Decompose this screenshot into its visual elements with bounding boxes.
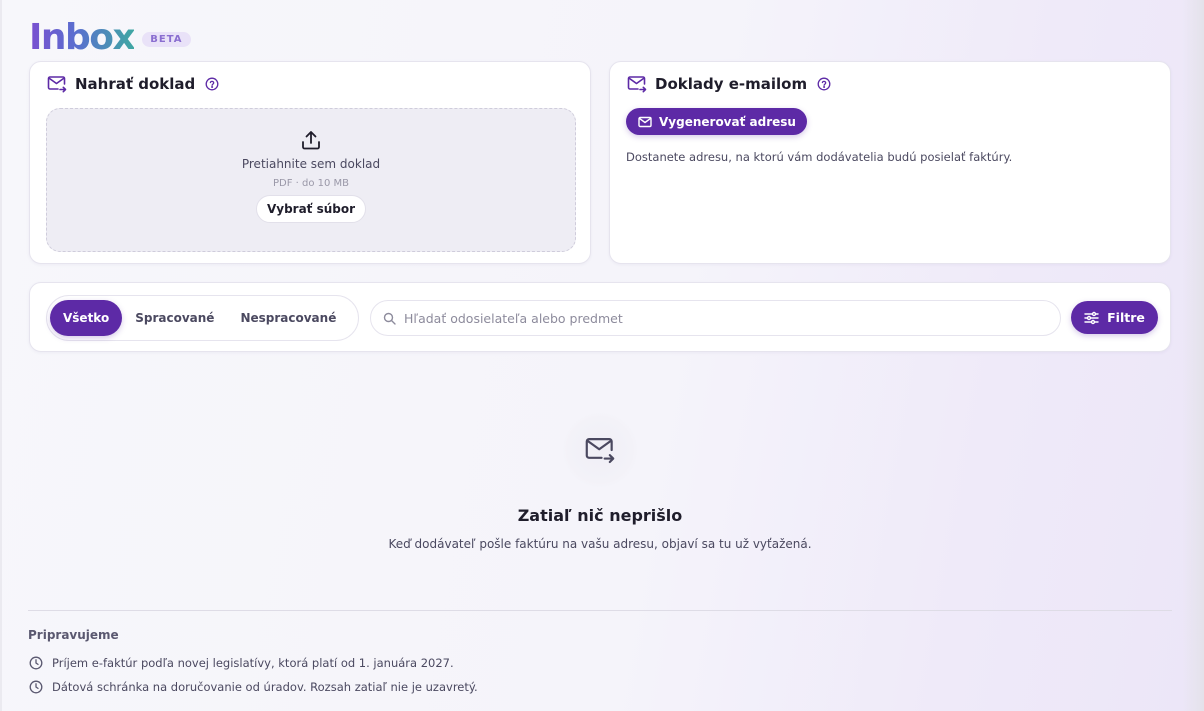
scrollbar-area: [1182, 0, 1204, 711]
empty-state-icon-wrap: [562, 412, 638, 488]
page-header: Inbox BETA: [29, 18, 191, 58]
email-card-title: Doklady e-mailom: [655, 75, 808, 93]
choose-file-button[interactable]: Vybrať súbor: [255, 195, 367, 223]
status-tabs: Všetko Spracované Nespracované: [46, 295, 359, 341]
beta-badge: BETA: [142, 31, 191, 47]
filter-button[interactable]: Filtre: [1071, 301, 1158, 334]
page-title: Inbox: [29, 17, 136, 58]
search-icon: [383, 312, 396, 325]
upload-card-header: Nahrať doklad: [47, 75, 219, 93]
mail-icon: [638, 116, 652, 127]
sliders-icon: [1084, 311, 1099, 324]
mail-forward-icon: [627, 76, 647, 93]
search-input[interactable]: [404, 310, 1024, 326]
upload-card: Nahrať doklad Pretiahnite sem doklad PDF…: [29, 61, 591, 264]
email-card-description: Dostanete adresu, na ktorú vám dodávatel…: [626, 150, 1013, 164]
left-edge: [0, 0, 2, 711]
clock-icon: [29, 656, 43, 670]
tab-unprocessed[interactable]: Nespracované: [227, 300, 349, 336]
upcoming-title: Pripravujeme: [28, 628, 119, 642]
upload-card-title: Nahrať doklad: [75, 75, 196, 93]
upcoming-item-text: Príjem e-faktúr podľa novej legislatívy,…: [52, 656, 454, 670]
dropzone-text: Pretiahnite sem doklad: [241, 157, 381, 171]
filter-bar: Všetko Spracované Nespracované Filtre: [29, 282, 1171, 352]
email-card-header: Doklady e-mailom: [627, 75, 831, 93]
upcoming-item-text: Dátová schránka na doručovanie od úradov…: [52, 680, 478, 694]
help-icon[interactable]: [205, 77, 219, 91]
tab-all[interactable]: Všetko: [50, 300, 123, 336]
empty-state-subtitle: Keď dodávateľ pošle faktúru na vašu adre…: [388, 537, 812, 551]
clock-icon: [29, 680, 43, 694]
dropzone[interactable]: Pretiahnite sem doklad PDF · do 10 MB Vy…: [46, 108, 576, 252]
upload-icon: [302, 131, 320, 150]
generate-address-button[interactable]: Vygenerovať adresu: [626, 108, 807, 135]
upcoming-item: Dátová schránka na doručovanie od úradov…: [29, 680, 478, 694]
mail-forward-icon: [47, 76, 67, 93]
search-box[interactable]: [370, 300, 1061, 336]
filter-button-label: Filtre: [1107, 310, 1145, 325]
upcoming-item: Príjem e-faktúr podľa novej legislatívy,…: [29, 656, 454, 670]
divider: [28, 610, 1172, 611]
mail-forward-icon: [585, 438, 615, 464]
empty-state-title: Zatiaľ nič neprišlo: [517, 506, 683, 525]
help-icon[interactable]: [817, 77, 831, 91]
dropzone-hint: PDF · do 10 MB: [272, 178, 350, 189]
tab-processed[interactable]: Spracované: [122, 300, 227, 336]
generate-address-label: Vygenerovať adresu: [659, 114, 796, 129]
email-card: Doklady e-mailom Vygenerovať adresu Dost…: [609, 61, 1171, 264]
